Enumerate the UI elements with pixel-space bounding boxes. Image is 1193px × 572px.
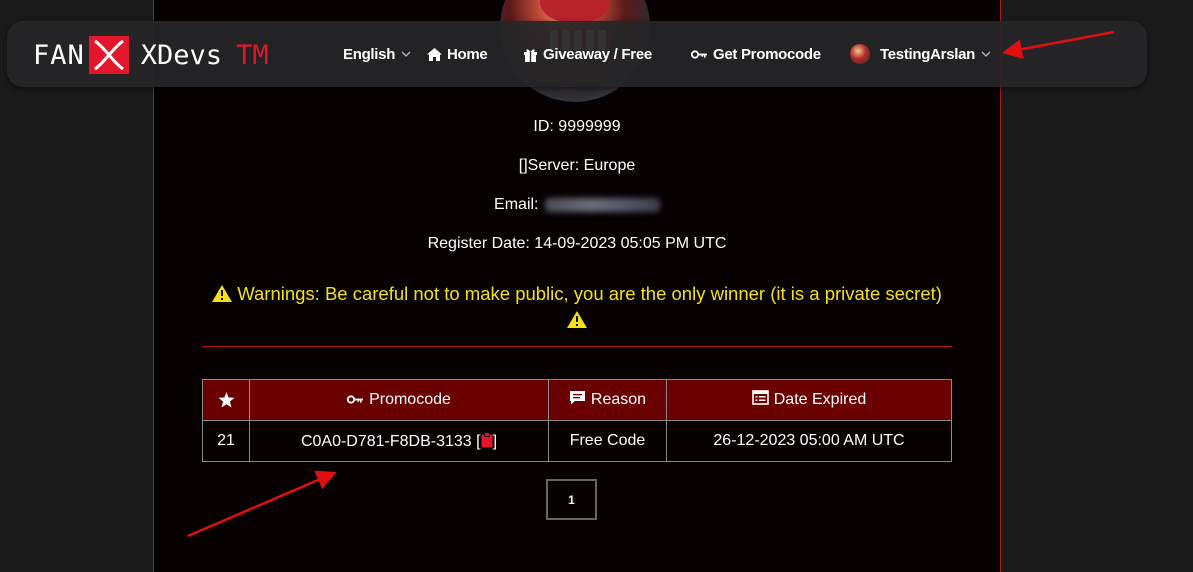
pagination-page-button[interactable]: 1	[546, 479, 597, 520]
date-cell: 26-12-2023 05:00 AM UTC	[666, 420, 952, 462]
language-dropdown[interactable]: English	[343, 42, 411, 66]
promocode-value[interactable]: C0A0-D781-F8DB-3133	[301, 433, 472, 450]
profile-server: []Server: Europe	[518, 157, 636, 174]
chevron-down-icon	[401, 51, 411, 57]
gift-icon	[523, 47, 538, 62]
user-menu-dropdown[interactable]: TestingArslan	[850, 42, 991, 66]
warning-message: Warnings: Be careful not to make public,…	[153, 283, 1001, 305]
promocode-table: Promocode Reason Date Expired 21 C0A0-D7…	[202, 379, 952, 462]
row-number: 21	[202, 420, 250, 462]
key-icon	[346, 391, 364, 409]
nav-giveaway-link[interactable]: Giveaway / Free	[523, 42, 652, 66]
profile-register-date: Register Date: 14-09-2023 05:05 PM UTC	[427, 235, 727, 252]
brand-x-icon	[88, 36, 129, 74]
warning-triangle-icon	[212, 283, 237, 304]
clipboard-copy-icon[interactable]	[481, 431, 493, 450]
email-value-blurred	[544, 197, 660, 212]
chevron-down-icon	[981, 51, 991, 57]
reason-header-label: Reason	[590, 391, 647, 408]
header-date: Date Expired	[666, 379, 952, 421]
brand-xdevs-text: XDevs	[140, 39, 223, 71]
key-icon	[691, 49, 708, 59]
reason-cell: Free Code	[548, 420, 667, 462]
brand-logo[interactable]: FAN XDevs TM	[33, 35, 269, 75]
brand-tm-text: TM	[236, 39, 269, 71]
divider	[202, 346, 952, 347]
brand-fan-text: FAN	[33, 39, 85, 71]
date-header-label: Date Expired	[773, 391, 867, 408]
header-reason: Reason	[548, 379, 667, 421]
giveaway-label: Giveaway / Free	[543, 45, 652, 63]
bracket-close: ]	[492, 432, 498, 450]
header-star	[202, 379, 250, 421]
profile-id: ID: 9999999	[533, 118, 621, 135]
email-label: Email:	[494, 196, 539, 213]
user-avatar	[850, 44, 870, 64]
calendar-list-icon	[751, 390, 769, 410]
comment-icon	[569, 390, 586, 410]
promocode-label: Get Promocode	[713, 45, 821, 63]
home-label: Home	[447, 45, 488, 63]
warning-triangle-icon	[567, 311, 587, 332]
language-label: English	[343, 45, 396, 63]
profile-email: Email:	[153, 196, 1001, 214]
header-promocode: Promocode	[249, 379, 549, 421]
warning-text: Warnings: Be careful not to make public,…	[237, 283, 942, 304]
promocode-cell: C0A0-D781-F8DB-3133 []	[249, 420, 549, 462]
promocode-header-label: Promocode	[369, 391, 451, 408]
top-navbar: FAN XDevs TM English Home Giveaway / Fre…	[7, 21, 1147, 87]
table-row: 21 C0A0-D781-F8DB-3133 [] Free Code 26-1…	[202, 420, 952, 462]
nav-home-link[interactable]: Home	[427, 42, 488, 66]
nav-promocode-link[interactable]: Get Promocode	[691, 42, 821, 66]
warning-triangle-line	[153, 311, 1001, 333]
star-icon	[218, 391, 235, 408]
home-icon	[427, 47, 442, 61]
username-label: TestingArslan	[880, 45, 976, 63]
